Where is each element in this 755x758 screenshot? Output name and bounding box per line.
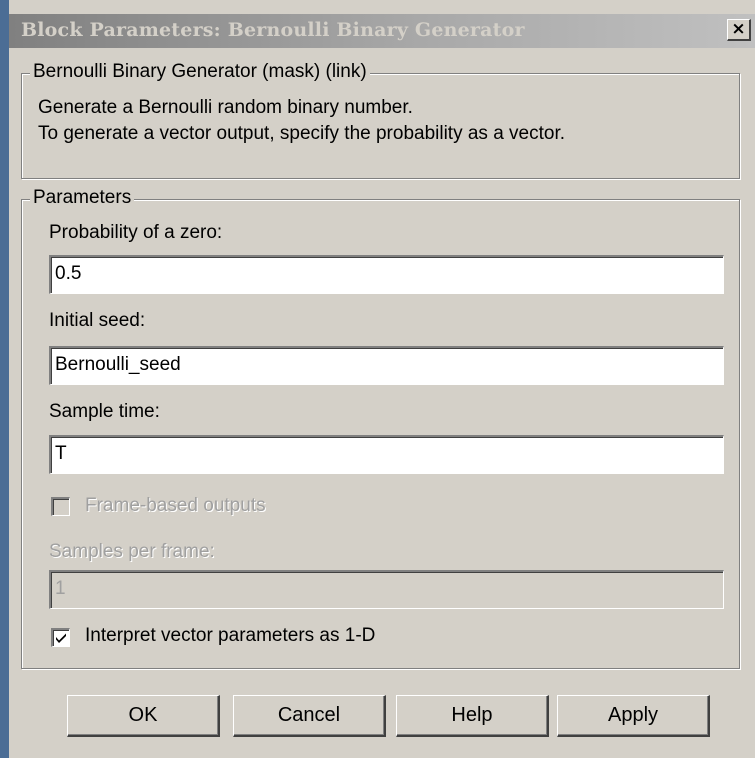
window-title: Block Parameters: Bernoulli Binary Gener… <box>21 19 525 41</box>
cancel-button[interactable]: Cancel <box>233 695 386 737</box>
probability-label: Probability of a zero: <box>49 222 223 243</box>
frame-based-checkbox[interactable] <box>51 497 70 516</box>
description-line-1: Generate a Bernoulli random binary numbe… <box>38 97 413 118</box>
ok-button[interactable]: OK <box>67 695 220 737</box>
apply-button[interactable]: Apply <box>557 695 710 737</box>
help-button[interactable]: Help <box>396 695 549 737</box>
parameters-group-legend: Parameters <box>30 187 135 209</box>
sample-time-label: Sample time: <box>49 401 160 422</box>
interpret-vector-checkbox[interactable] <box>51 628 70 647</box>
parameters-group: Parameters Probability of a zero: 0.5 In… <box>21 187 740 669</box>
title-bar[interactable]: Block Parameters: Bernoulli Binary Gener… <box>9 14 755 48</box>
interpret-vector-label: Interpret vector parameters as 1-D <box>85 625 376 646</box>
frame-based-label: Frame-based outputs <box>85 495 266 516</box>
probability-field[interactable]: 0.5 <box>49 255 724 294</box>
initial-seed-field[interactable]: Bernoulli_seed <box>49 346 724 385</box>
sample-time-field[interactable]: T <box>49 435 724 474</box>
close-icon[interactable]: × <box>727 19 751 41</box>
description-group-legend: Bernoulli Binary Generator (mask) (link) <box>30 61 370 83</box>
checkmark-icon <box>56 633 66 643</box>
description-line-2: To generate a vector output, specify the… <box>38 123 566 144</box>
dialog-window: Block Parameters: Bernoulli Binary Gener… <box>0 0 755 758</box>
window-edge-accent <box>0 0 9 758</box>
samples-per-frame-label: Samples per frame: <box>49 541 215 562</box>
description-group: Bernoulli Binary Generator (mask) (link)… <box>21 61 740 179</box>
samples-per-frame-field[interactable]: 1 <box>49 570 724 609</box>
initial-seed-label: Initial seed: <box>49 310 146 331</box>
